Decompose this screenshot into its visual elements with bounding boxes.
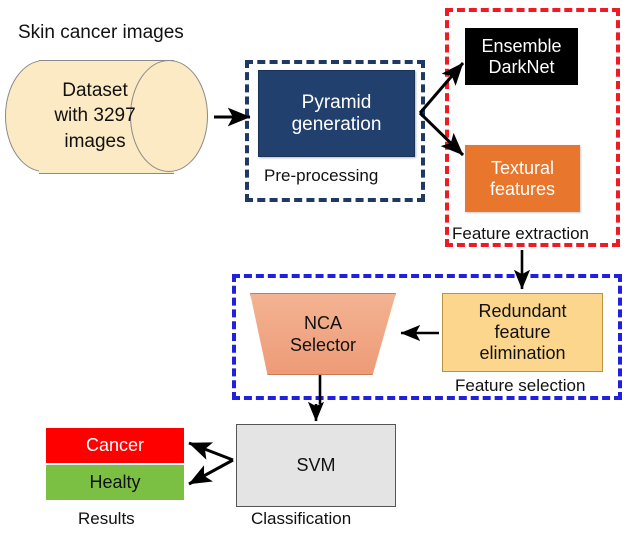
- arrow-pyramid-to-darknet: [418, 62, 465, 114]
- arrow-svm-to-healty: [188, 458, 234, 486]
- dataset-label: Dataset with 3297 images: [54, 79, 136, 152]
- arrow-pyramid-to-textural: [418, 111, 465, 157]
- flowchart-diagram: Skin cancer images Dataset with 3297 ima…: [0, 0, 640, 540]
- arrow-svm-to-cancer: [188, 441, 234, 462]
